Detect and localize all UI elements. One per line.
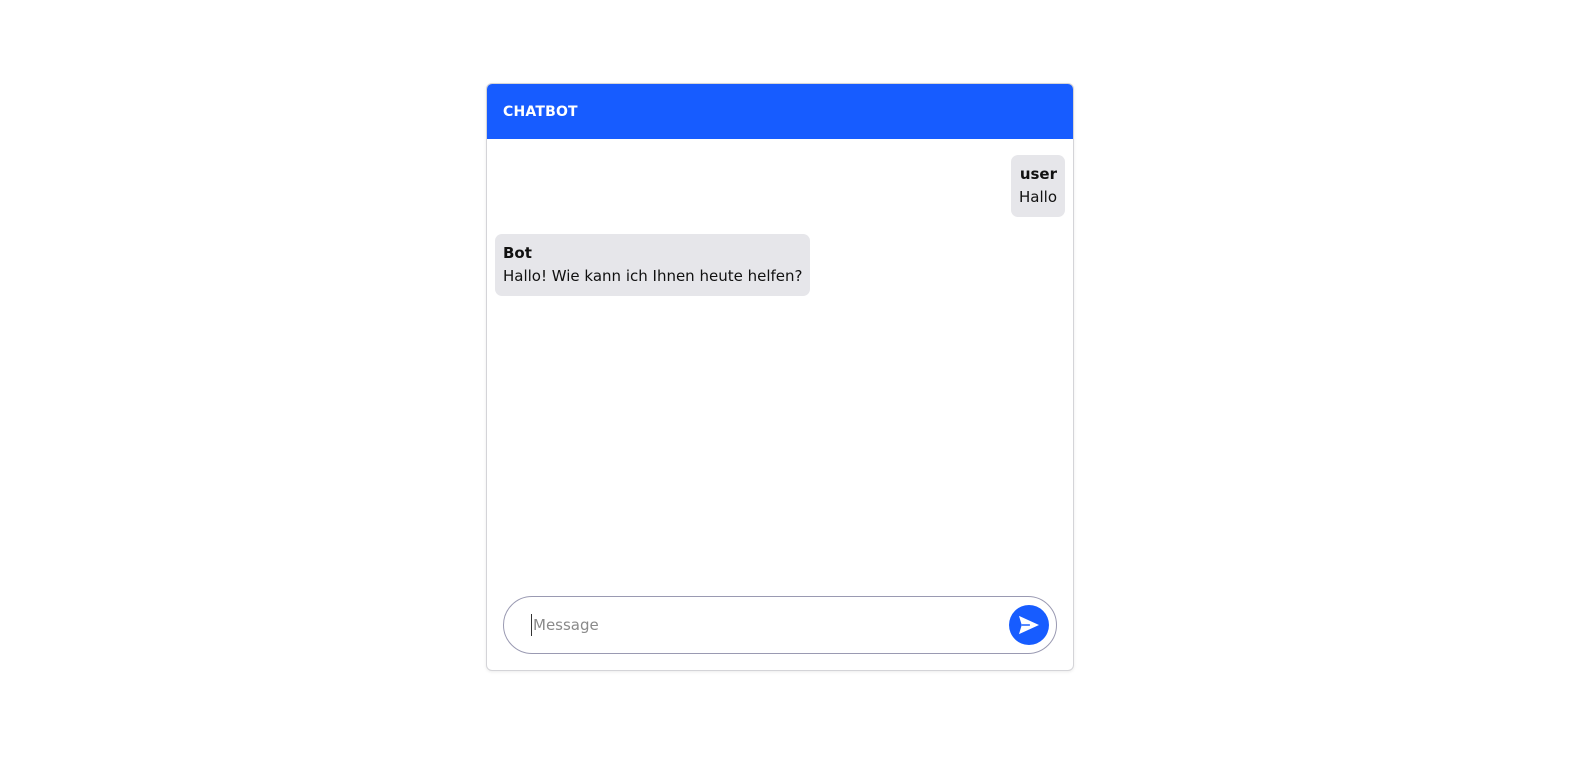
chat-window: CHATBOT user Hallo Bot Hallo! Wie kann i… (486, 83, 1074, 671)
message-sender: Bot (503, 244, 532, 262)
message-text: Hallo (1019, 188, 1057, 206)
chat-title: CHATBOT (503, 103, 578, 120)
message-bubble: Bot Hallo! Wie kann ich Ihnen heute helf… (495, 234, 811, 296)
send-button[interactable] (1009, 605, 1049, 645)
message-sender: user (1019, 165, 1057, 183)
message-text: Hallo! Wie kann ich Ihnen heute helfen? (503, 267, 803, 285)
message-user: user Hallo (495, 155, 1065, 217)
send-icon (1018, 615, 1040, 635)
chat-header: CHATBOT (487, 84, 1073, 139)
message-composer (503, 596, 1057, 654)
message-input[interactable] (531, 614, 1009, 636)
message-bubble: user Hallo (1011, 155, 1065, 217)
message-list: user Hallo Bot Hallo! Wie kann ich Ihnen… (487, 139, 1073, 590)
message-bot: Bot Hallo! Wie kann ich Ihnen heute helf… (495, 234, 1065, 296)
